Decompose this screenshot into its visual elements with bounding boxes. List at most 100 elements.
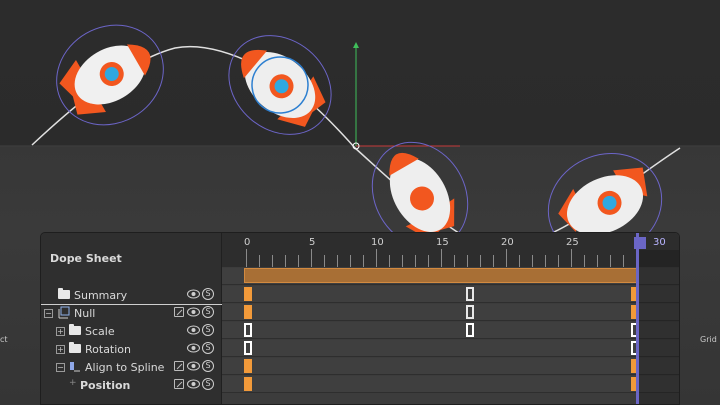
lock-icon[interactable]: [174, 307, 184, 317]
keyframe[interactable]: [466, 305, 474, 319]
track-lane-position[interactable]: [222, 376, 679, 393]
align-to-spline-tag-icon: [70, 362, 80, 372]
track-row-position[interactable]: + Position S: [41, 376, 222, 394]
ruler-tick: [532, 255, 533, 267]
track-lane-scale[interactable]: [222, 322, 679, 339]
null-object-icon: [58, 306, 70, 319]
keyframe[interactable]: [244, 359, 252, 373]
ruler-tick: [493, 255, 494, 267]
lock-icon[interactable]: [174, 379, 184, 389]
track-label: Position: [80, 379, 131, 392]
panel-title: Dope Sheet: [50, 252, 122, 265]
summary-range-bar[interactable]: [244, 268, 637, 283]
ruler-tick: [285, 255, 286, 267]
solo-icon[interactable]: S: [202, 288, 214, 300]
ruler-tick: [558, 255, 559, 267]
collapse-icon[interactable]: −: [44, 309, 53, 318]
ruler-tick: [259, 255, 260, 267]
ruler-label-5: 5: [309, 237, 316, 248]
track-label: Summary: [74, 289, 128, 302]
track-lane-null[interactable]: [222, 304, 679, 321]
folder-icon: [69, 324, 81, 335]
keyframe[interactable]: [244, 305, 252, 319]
ruler-label-20: 20: [501, 237, 514, 248]
solo-icon[interactable]: S: [202, 306, 214, 318]
ruler-tick: [246, 249, 247, 267]
track-lane-summary[interactable]: [222, 286, 679, 303]
track-label: Scale: [85, 325, 115, 338]
ruler-label-0: 0: [244, 237, 251, 248]
track-row-align-to-spline[interactable]: − Align to Spline S: [41, 358, 222, 376]
keyframe[interactable]: [244, 323, 252, 337]
eye-icon[interactable]: [187, 361, 200, 371]
ruler-label-15: 15: [436, 237, 449, 248]
ruler-tick: [571, 249, 572, 267]
frame-ruler[interactable]: 0 5 10 15 20 25 30: [222, 233, 679, 267]
timeline-area[interactable]: 0 5 10 15 20 25 30: [222, 233, 679, 404]
ruler-tick: [545, 255, 546, 267]
folder-icon: [69, 342, 81, 353]
eye-icon[interactable]: [187, 379, 200, 389]
expand-icon[interactable]: +: [56, 327, 65, 336]
solo-icon[interactable]: S: [202, 342, 214, 354]
ruler-tick: [324, 255, 325, 267]
track-row-scale[interactable]: + Scale S: [41, 322, 222, 340]
ruler-tick: [597, 255, 598, 267]
solo-icon[interactable]: S: [202, 360, 214, 372]
expand-icon[interactable]: +: [56, 345, 65, 354]
track-label: Rotation: [85, 343, 132, 356]
ruler-tick: [480, 255, 481, 267]
ruler-label-25: 25: [566, 237, 579, 248]
viewport-left-label: ct: [0, 335, 8, 344]
solo-icon[interactable]: S: [202, 378, 214, 390]
track-list: Dope Sheet Summary S − Null S + Scale S: [41, 233, 222, 404]
keyframe[interactable]: [244, 287, 252, 301]
track-label: Align to Spline: [85, 361, 165, 374]
ruler-tick: [350, 255, 351, 267]
ruler-tick: [441, 249, 442, 267]
ruler-tick: [467, 255, 468, 267]
track-row-summary[interactable]: Summary S: [41, 286, 222, 304]
lock-icon[interactable]: [174, 361, 184, 371]
keyframe[interactable]: [466, 287, 474, 301]
keyframe[interactable]: [244, 341, 252, 355]
ruler-label-10: 10: [371, 237, 384, 248]
track-lane-rotation[interactable]: [222, 340, 679, 357]
ruler-tick: [363, 255, 364, 267]
keyframe[interactable]: [466, 323, 474, 337]
playhead[interactable]: [636, 233, 639, 404]
dope-sheet-panel[interactable]: Dope Sheet Summary S − Null S + Scale S: [40, 232, 680, 405]
rocket-1[interactable]: [38, 6, 181, 144]
playhead-handle[interactable]: [634, 237, 646, 249]
out-of-range-shade: [639, 250, 679, 404]
ruler-tick: [298, 255, 299, 267]
ruler-tick: [415, 255, 416, 267]
current-frame-label: 30: [653, 237, 666, 248]
eye-icon[interactable]: [187, 325, 200, 335]
ruler-tick: [311, 249, 312, 267]
eye-icon[interactable]: [187, 343, 200, 353]
ruler-tick: [389, 255, 390, 267]
solo-icon[interactable]: S: [202, 324, 214, 336]
ruler-tick: [402, 255, 403, 267]
track-row-rotation[interactable]: + Rotation S: [41, 340, 222, 358]
rocket-2[interactable]: [209, 15, 351, 155]
ruler-tick: [428, 255, 429, 267]
ruler-tick: [610, 255, 611, 267]
track-lane-align[interactable]: [222, 358, 679, 375]
eye-icon[interactable]: [187, 289, 200, 299]
track-icon: +: [69, 378, 77, 388]
collapse-icon[interactable]: −: [56, 363, 65, 372]
track-label: Null: [74, 307, 96, 320]
track-row-null[interactable]: − Null S: [41, 304, 222, 322]
ruler-tick: [584, 255, 585, 267]
viewport-grid-label: Grid: [700, 335, 717, 344]
folder-icon: [58, 288, 70, 299]
ruler-tick: [506, 249, 507, 267]
keyframe[interactable]: [244, 377, 252, 391]
ruler-tick: [623, 255, 624, 267]
ruler-tick: [337, 255, 338, 267]
ruler-tick: [519, 255, 520, 267]
ruler-tick: [272, 255, 273, 267]
eye-icon[interactable]: [187, 307, 200, 317]
